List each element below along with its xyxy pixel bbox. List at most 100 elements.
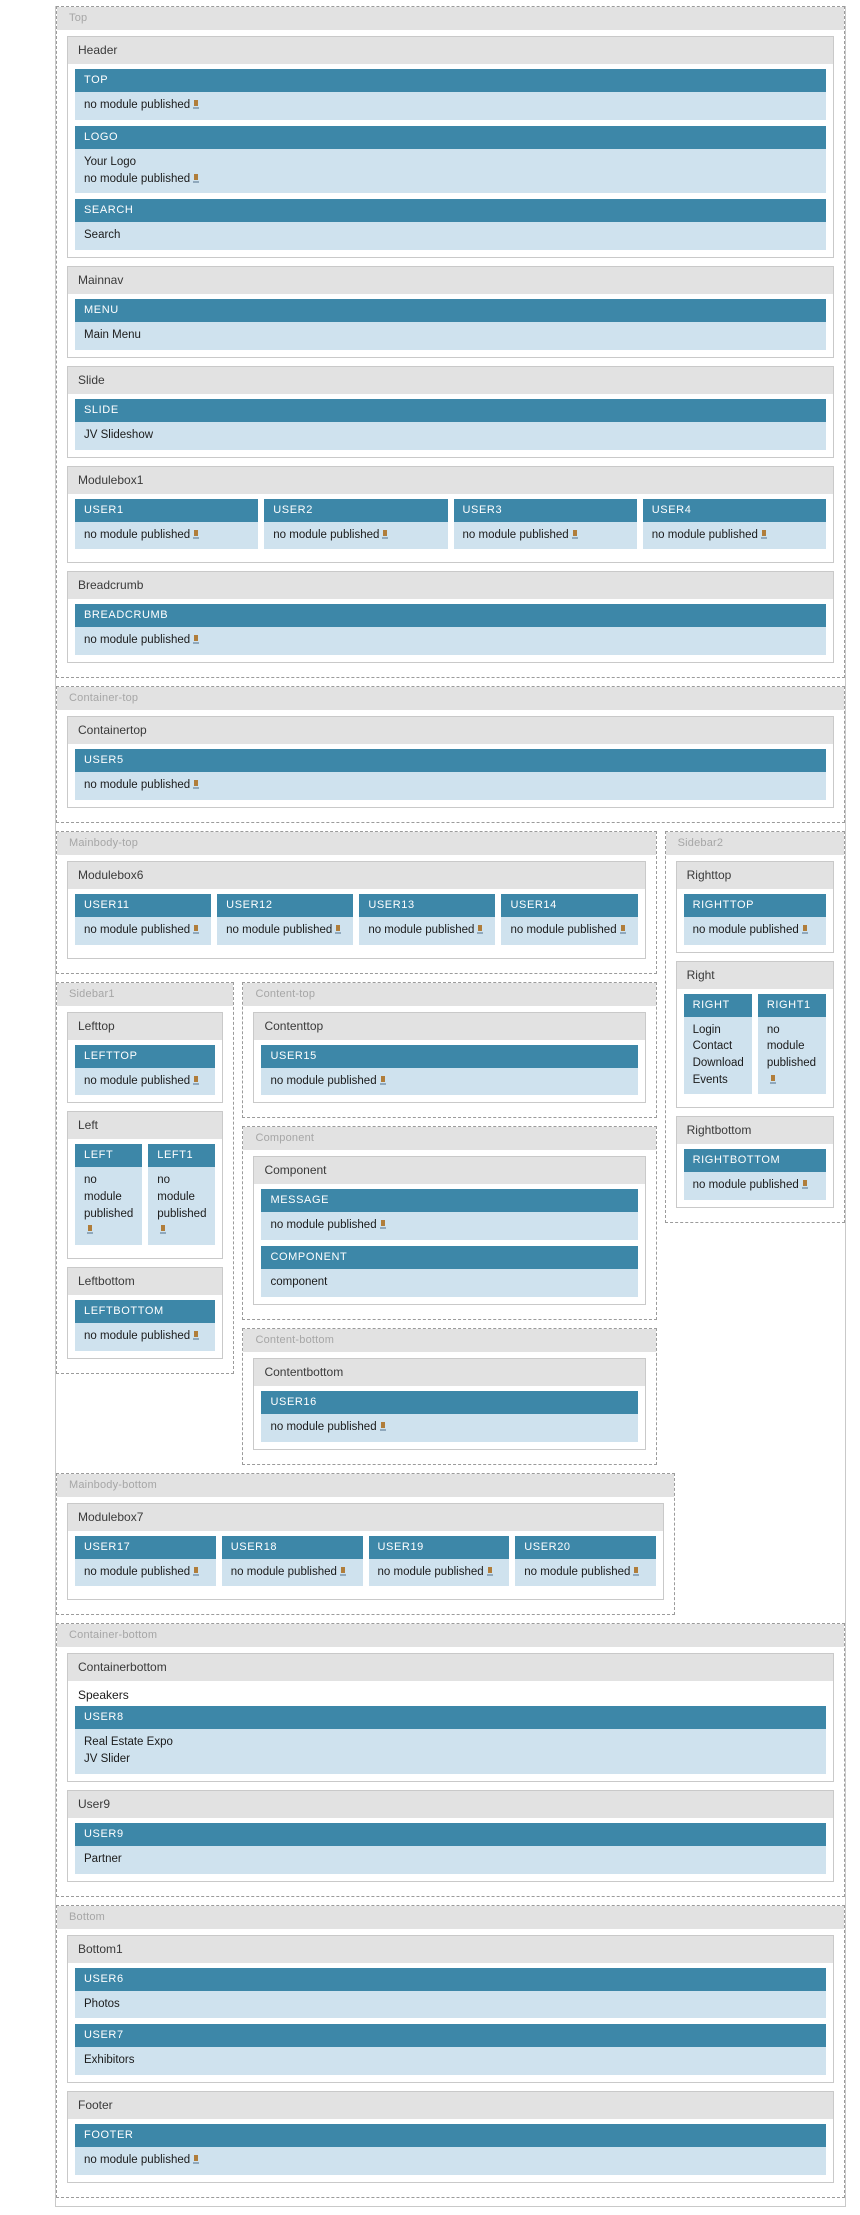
block-header-title: Header [68,37,833,64]
block-lefttop-title: Lefttop [68,1012,223,1040]
module-user8[interactable]: USER8 Real Estate Expo JV Slider [75,1706,826,1774]
module-left1-head: LEFT1 [148,1144,216,1168]
module-user1-head: USER1 [75,498,259,522]
module-user5-text: no module published [84,779,191,792]
module-rightbottom[interactable]: RIGHTBOTTOM no module published [683,1149,826,1201]
module-user14-text: no module published [510,923,617,936]
module-left1[interactable]: LEFT1 no module published [148,1144,216,1251]
module-user19[interactable]: USER19 no module published [368,1535,510,1587]
block-righttop-title: Righttop [676,861,833,889]
module-user6-head: USER6 [75,1967,826,1991]
module-user5-body: no module published [75,772,826,800]
module-user2[interactable]: USER2 no module published [264,498,448,550]
module-user4[interactable]: USER4 no module published [642,498,826,556]
module-leftbottom[interactable]: LEFTBOTTOM no module published [75,1300,216,1351]
module-user17[interactable]: USER17 no module published [75,1535,216,1587]
module-footer-text: no module published [84,2154,191,2167]
module-component-head: COMPONENT [261,1246,638,1270]
warning-icon [382,529,389,539]
module-message[interactable]: MESSAGE no module published [261,1189,638,1241]
module-rightbottom-text: no module published [692,1179,799,1192]
module-menu[interactable]: MENU Main Menu [75,298,826,350]
module-user6[interactable]: USER6 Photos [75,1967,826,2019]
module-right-item-contact[interactable]: Contact [693,1038,743,1055]
module-user12[interactable]: USER12 no module published [217,893,354,945]
module-righttop-text: no module published [692,923,799,936]
module-user19-body: no module published [368,1558,510,1587]
module-user14[interactable]: USER14 no module published [501,893,638,951]
block-footer: Footer FOOTER no module published [67,2091,834,2183]
module-user20[interactable]: USER20 no module published [515,1535,656,1593]
module-user11-text: no module published [84,923,191,936]
module-message-head: MESSAGE [261,1189,638,1213]
section-container-bottom-title: Container-bottom [57,1624,844,1648]
warning-icon [193,1566,200,1576]
module-user1-text: no module published [84,528,191,541]
module-user18[interactable]: USER18 no module published [221,1535,363,1587]
module-user11-body: no module published [75,916,212,945]
section-mainbody-bottom: Mainbody-bottom Modulebox7 USER17 no mod… [56,1472,675,1616]
module-user8-line-0: Real Estate Expo [84,1736,173,1749]
module-top[interactable]: TOP no module published [75,69,826,120]
block-mainnav-title: Mainnav [68,266,833,294]
module-user16-head: USER16 [261,1390,638,1414]
module-user20-body: no module published [515,1558,656,1587]
block-rightbottom: Rightbottom RIGHTBOTTOM no module publis… [675,1116,834,1209]
block-modulebox7-title: Modulebox7 [68,1503,663,1531]
block-contentbottom: Contentbottom USER16 no module published [253,1357,646,1450]
section-sidebar1: Sidebar1 Lefttop LEFTTOP no module publi… [56,981,235,1374]
module-user9[interactable]: USER9 Partner [75,1822,826,1874]
module-footer-head: FOOTER [75,2124,826,2148]
module-righttop[interactable]: RIGHTTOP no module published [683,893,826,945]
section-top: Top Header TOP no module published LOGO [56,6,845,679]
block-left-title: Left [68,1112,223,1140]
module-user7[interactable]: USER7 Exhibitors [75,2024,826,2076]
module-user7-head: USER7 [75,2024,826,2048]
section-content-top: Content-top Contenttop USER15 no module … [242,981,657,1119]
module-lefttop[interactable]: LEFTTOP no module published [75,1044,216,1096]
section-content-bottom-title: Content-bottom [243,1328,656,1352]
content-column: Content-top Contenttop USER15 no module … [242,981,657,1473]
module-component-body: component [261,1269,638,1297]
module-user5[interactable]: USER5 no module published [75,749,826,800]
module-breadcrumb[interactable]: BREADCRUMB no module published [75,604,826,656]
module-footer-body: no module published [75,2147,826,2175]
warning-icon [477,924,484,934]
section-bottom: Bottom Bottom1 USER6 Photos USER7 Exhibi… [56,1904,845,2198]
module-user3[interactable]: USER3 no module published [453,498,637,550]
module-logo[interactable]: LOGO Your Logo no module published [75,125,826,194]
module-user11-head: USER11 [75,893,212,917]
section-content-bottom: Content-bottom Contentbottom USER16 no m… [242,1327,657,1465]
module-search[interactable]: SEARCH Search [75,199,826,250]
module-left-text: no module published [84,1174,134,1220]
module-right1[interactable]: RIGHT1 no module published [757,993,827,1101]
warning-icon [633,1566,640,1576]
module-right-item-login[interactable]: Login [693,1022,743,1039]
block-header-body: TOP no module published LOGO Your Logo n… [68,64,833,257]
warning-icon [769,1074,777,1084]
module-slide[interactable]: SLIDE JV Slideshow [75,398,826,450]
module-right-item-download[interactable]: Download [693,1055,744,1072]
module-right[interactable]: RIGHT Login Contact Download Events [683,993,752,1095]
module-user17-head: USER17 [75,1535,216,1559]
module-left[interactable]: LEFT no module published [75,1144,143,1246]
warning-icon [571,529,579,539]
module-lefttop-body: no module published [75,1067,216,1096]
block-contenttop: Contenttop USER15 no module published [253,1011,646,1104]
module-user4-head: USER4 [642,498,826,522]
module-footer[interactable]: FOOTER no module published [75,2124,826,2175]
block-right: Right RIGHT Login Contact Download Event… [675,960,834,1109]
module-right-item-events[interactable]: Events [693,1072,743,1089]
block-user9-title: User9 [68,1790,833,1818]
mainbody-left-column: Mainbody-top Modulebox6 USER11 no module… [56,830,657,1473]
module-component[interactable]: COMPONENT component [261,1246,638,1297]
module-user13[interactable]: USER13 no module published [359,893,496,945]
module-user16[interactable]: USER16 no module published [261,1390,638,1442]
block-slide-title: Slide [68,366,833,394]
module-user1[interactable]: USER1 no module published [75,498,259,550]
module-user7-body: Exhibitors [75,2047,826,2076]
module-user15[interactable]: USER15 no module published [261,1044,638,1096]
module-user11[interactable]: USER11 no module published [75,893,212,945]
module-left1-text: no module published [157,1174,207,1220]
module-rightbottom-body: no module published [683,1172,826,1201]
